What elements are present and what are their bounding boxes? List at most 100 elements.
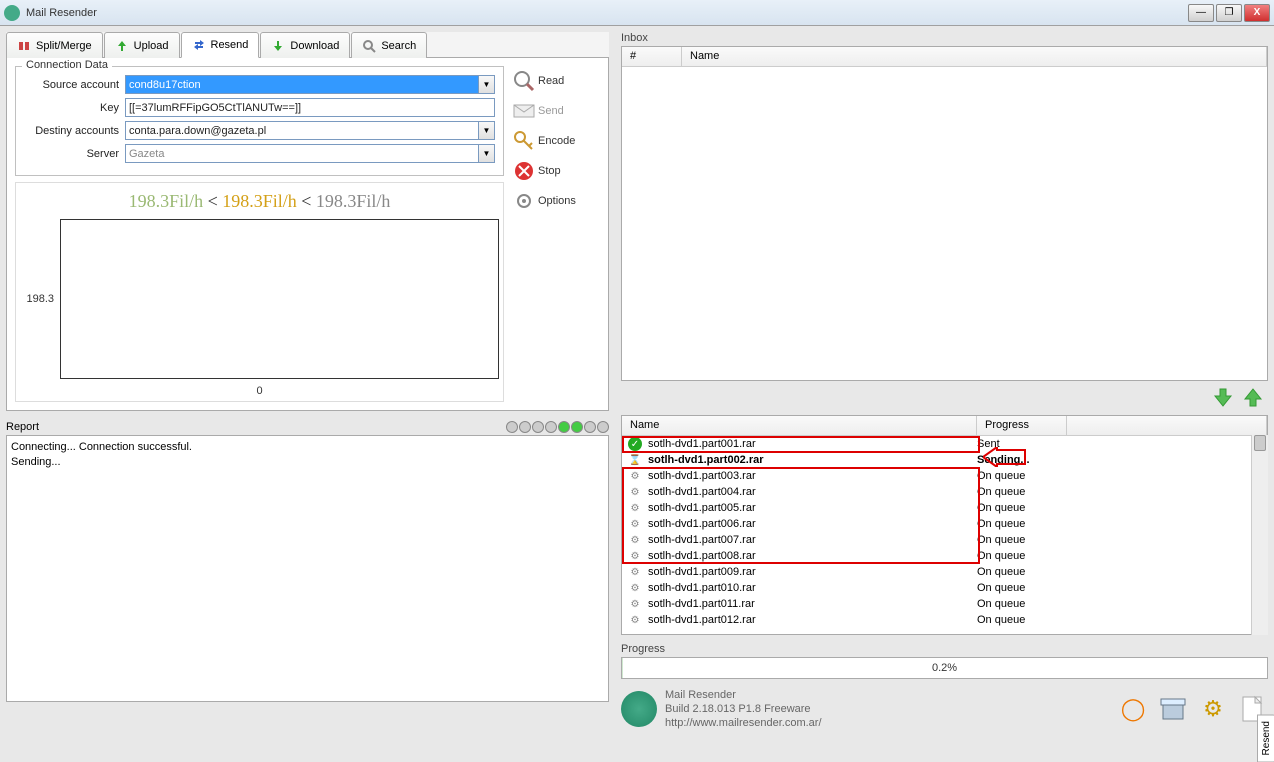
queue-row[interactable]: ⚙ sotlh-dvd1.part008.rarOn queue — [622, 548, 1267, 564]
send-label: Send — [538, 105, 564, 117]
destiny-label: Destiny accounts — [24, 125, 119, 137]
gear-icon[interactable]: ⚙ — [1198, 694, 1228, 724]
read-button[interactable]: Read — [510, 66, 600, 96]
gear-icon — [510, 187, 538, 215]
minimize-button[interactable]: — — [1188, 4, 1214, 22]
queue-progress: On queue — [977, 518, 1067, 530]
queue-row[interactable]: ⚙sotlh-dvd1.part011.rarOn queue — [622, 596, 1267, 612]
footer-line3: http://www.mailresender.com.ar/ — [665, 716, 1118, 730]
status-dot-2 — [519, 421, 531, 433]
server-dropdown-icon[interactable]: ▼ — [479, 144, 495, 163]
tab-resend-label: Resend — [211, 39, 249, 51]
rate-b: 198.3Fil/h — [222, 191, 297, 211]
status-dots — [506, 421, 609, 433]
stop-icon — [510, 157, 538, 185]
destiny-input[interactable] — [125, 121, 479, 140]
gear-icon: ⚙ — [628, 597, 642, 611]
queue-progress: On queue — [977, 598, 1067, 610]
source-dropdown-icon[interactable]: ▼ — [479, 75, 495, 94]
connection-legend: Connection Data — [22, 59, 112, 71]
progress-bar: 0.2% — [621, 657, 1268, 679]
footer-text: Mail Resender Build 2.18.013 P1.8 Freewa… — [665, 688, 1118, 731]
source-account-input[interactable] — [125, 75, 479, 94]
gear-icon: ⚙ — [628, 501, 642, 515]
gear-icon: ⚙ — [628, 565, 642, 579]
status-dot-6 — [571, 421, 583, 433]
gear-icon: ⚙ — [628, 517, 642, 531]
queue-row[interactable]: ⚙sotlh-dvd1.part012.rarOn queue — [622, 612, 1267, 628]
box-icon[interactable] — [1158, 694, 1188, 724]
move-up-button[interactable] — [1240, 385, 1266, 411]
queue-name: sotlh-dvd1.part002.rar — [648, 454, 977, 466]
queue-row[interactable]: ⚙sotlh-dvd1.part005.rarOn queue — [622, 500, 1267, 516]
queue-col-name[interactable]: Name — [622, 416, 977, 435]
queue-name: sotlh-dvd1.part007.rar — [648, 534, 977, 546]
queue-row[interactable]: ✓sotlh-dvd1.part001.rarSent — [622, 436, 1267, 452]
tab-split-merge[interactable]: Split/Merge — [6, 32, 103, 58]
queue-progress: On queue — [977, 550, 1067, 562]
encode-label: Encode — [538, 135, 575, 147]
check-icon: ✓ — [628, 437, 642, 451]
tab-split-label: Split/Merge — [36, 40, 92, 52]
tab-download[interactable]: Download — [260, 32, 350, 58]
queue-list[interactable]: Name Progress ✓sotlh-dvd1.part001.rarSen… — [621, 415, 1268, 635]
tab-search[interactable]: Search — [351, 32, 427, 58]
status-dot-5 — [558, 421, 570, 433]
key-icon — [510, 127, 538, 155]
source-account-label: Source account — [24, 79, 119, 91]
footer-logo — [621, 691, 657, 727]
queue-progress: On queue — [977, 582, 1067, 594]
send-button[interactable]: Send — [510, 96, 600, 126]
queue-col-progress[interactable]: Progress — [977, 416, 1067, 435]
gear-icon: ⚙ — [628, 613, 642, 627]
maximize-button[interactable]: ❐ — [1216, 4, 1242, 22]
tab-resend[interactable]: Resend — [181, 32, 260, 58]
queue-row[interactable]: ⚙sotlh-dvd1.part006.rarOn queue — [622, 516, 1267, 532]
inbox-col-num[interactable]: # — [622, 47, 682, 66]
queue-row[interactable]: ⚙sotlh-dvd1.part010.rarOn queue — [622, 580, 1267, 596]
queue-col-spacer — [1067, 416, 1267, 435]
inbox-col-name[interactable]: Name — [682, 47, 1267, 66]
side-tab-resend[interactable]: Resend — [1257, 714, 1274, 762]
encode-button[interactable]: Encode — [510, 126, 600, 156]
stop-label: Stop — [538, 165, 561, 177]
gear-icon: ⚙ — [628, 549, 642, 563]
rate-c: 198.3Fil/h — [316, 191, 391, 211]
tab-download-label: Download — [290, 40, 339, 52]
server-input[interactable] — [125, 144, 479, 163]
scrollbar-thumb[interactable] — [1254, 435, 1266, 451]
options-button[interactable]: Options — [510, 186, 600, 216]
titlebar: Mail Resender — ❐ X — [0, 0, 1274, 26]
queue-progress: On queue — [977, 614, 1067, 626]
tab-search-label: Search — [381, 40, 416, 52]
resend-icon — [192, 38, 206, 52]
queue-row[interactable]: ⚙sotlh-dvd1.part003.rarOn queue — [622, 468, 1267, 484]
gear-icon: ⚙ — [628, 469, 642, 483]
queue-scrollbar[interactable] — [1251, 435, 1268, 635]
close-button[interactable]: X — [1244, 4, 1270, 22]
progress-label: Progress — [621, 643, 1268, 655]
rate-text: 198.3Fil/h < 198.3Fil/h < 198.3Fil/h — [20, 187, 499, 216]
chart-canvas — [60, 219, 499, 379]
chart-area: 198.3Fil/h < 198.3Fil/h < 198.3Fil/h 198… — [15, 182, 504, 402]
queue-row[interactable]: ⌛sotlh-dvd1.part002.rarSending... — [622, 452, 1267, 468]
queue-row[interactable]: ⚙sotlh-dvd1.part009.rarOn queue — [622, 564, 1267, 580]
stop-button[interactable]: Stop — [510, 156, 600, 186]
tab-upload[interactable]: Upload — [104, 32, 180, 58]
rate-a: 198.3Fil/h — [129, 191, 204, 211]
queue-row[interactable]: ⚙sotlh-dvd1.part007.rarOn queue — [622, 532, 1267, 548]
destiny-dropdown-icon[interactable]: ▼ — [479, 121, 495, 140]
key-input[interactable] — [125, 98, 495, 117]
status-dot-8 — [597, 421, 609, 433]
search-icon — [362, 39, 376, 53]
status-dot-3 — [532, 421, 544, 433]
inbox-list[interactable]: # Name — [621, 46, 1268, 381]
tab-upload-label: Upload — [134, 40, 169, 52]
queue-row[interactable]: ⚙sotlh-dvd1.part004.rarOn queue — [622, 484, 1267, 500]
progress-text: 0.2% — [932, 662, 957, 674]
status-dot-4 — [545, 421, 557, 433]
queue-name: sotlh-dvd1.part008.rar — [648, 550, 977, 562]
queue-name: sotlh-dvd1.part009.rar — [648, 566, 977, 578]
move-down-button[interactable] — [1210, 385, 1236, 411]
help-icon[interactable]: ◯ — [1118, 694, 1148, 724]
